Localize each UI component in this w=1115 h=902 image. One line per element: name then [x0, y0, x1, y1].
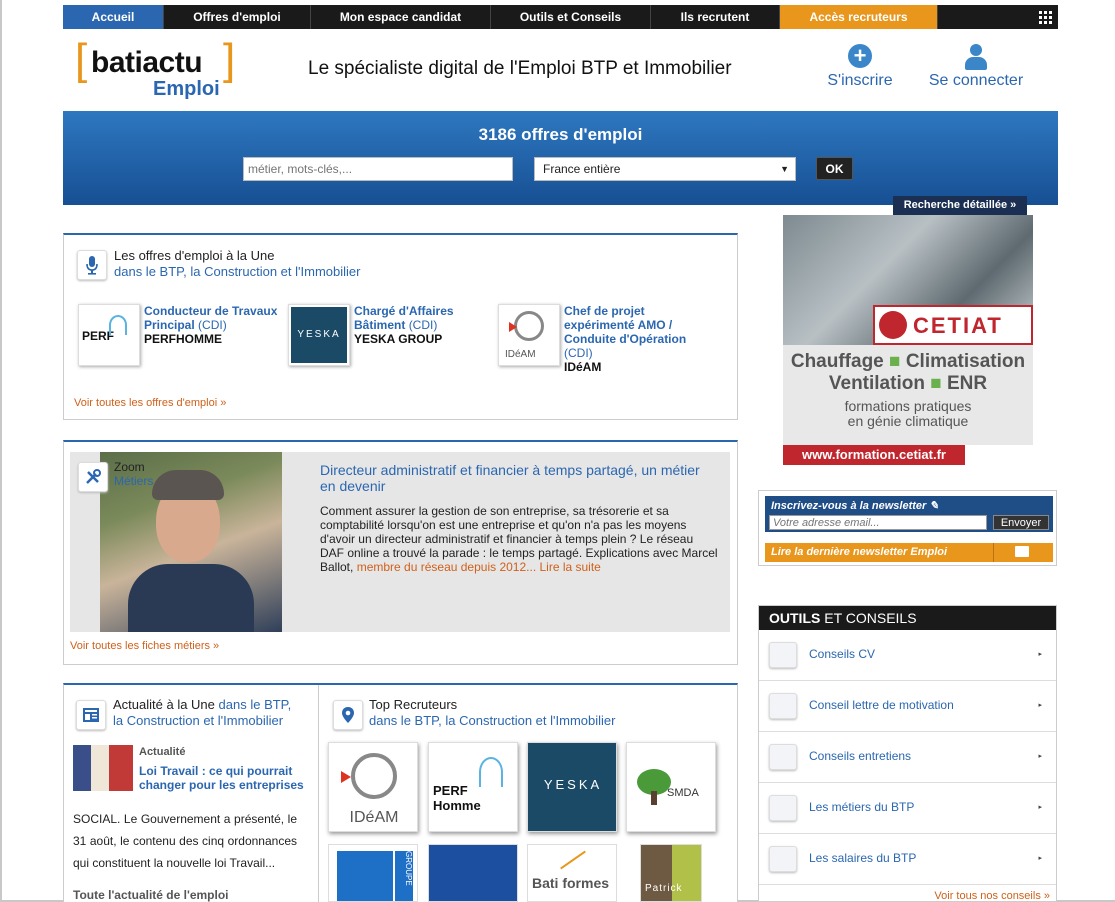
recruiter-tile[interactable]: SMDA: [626, 742, 716, 832]
keyword-input[interactable]: [243, 157, 513, 181]
money-icon: [769, 846, 797, 872]
nav-accueil[interactable]: Accueil: [63, 5, 164, 29]
all-news-link[interactable]: Toute l'actualité de l'emploi: [73, 888, 229, 902]
tools-item-entretiens[interactable]: Conseils entretiens ▸: [759, 732, 1056, 783]
newspaper-icon: [76, 700, 106, 730]
recruiter-tile[interactable]: PERF Homme: [428, 742, 518, 832]
top-nav: Accueil Offres d'emploi Mon espace candi…: [63, 5, 1058, 29]
featured-title: Les offres d'emploi à la Une dans le BTP…: [114, 248, 361, 279]
cv-search-icon: [769, 642, 797, 668]
apps-grid-button[interactable]: [938, 5, 1058, 29]
tools-box: OUTILS ET CONSEILS Conseils CV ▸ Conseil…: [758, 605, 1057, 902]
newsletter-email-input[interactable]: [769, 515, 987, 530]
all-fiches-link[interactable]: Voir toutes les fiches métiers »: [70, 640, 219, 652]
letter-search-icon: [769, 693, 797, 719]
newsletter-box: Inscrivez-vous à la newsletter ✎ Envoyer…: [758, 490, 1057, 566]
signup-label: S'inscrire: [827, 72, 893, 89]
dropdown-arrow-icon: ▼: [780, 164, 789, 174]
chevron-right-icon: ▸: [1038, 651, 1042, 658]
chevron-right-icon: ▸: [1038, 804, 1042, 811]
pencil-icon: ✎: [929, 500, 939, 512]
location-select[interactable]: France entière ▼: [534, 157, 796, 181]
job-title: Chargé d'Affaires Bâtiment (CDI) YESKA GR…: [354, 304, 454, 346]
ad-line1: Chauffage ■ Climatisation: [790, 351, 1026, 372]
login-label: Se connecter: [928, 72, 1024, 89]
job-title: Conducteur de Travaux Principal (CDI) PER…: [144, 304, 278, 346]
cetiat-ad[interactable]: CETIAT Chauffage ■ Climatisation Ventila…: [783, 215, 1033, 465]
tagline: Le spécialiste digital de l'Emploi BTP e…: [308, 58, 732, 79]
login-button[interactable]: Se connecter: [926, 44, 1026, 90]
chevron-right-icon: ▸: [1038, 702, 1042, 709]
all-jobs-link[interactable]: Voir toutes les offres d'emploi »: [74, 397, 226, 409]
company-logo: YESKA: [288, 304, 350, 366]
tools-item-salaires[interactable]: Les salaires du BTP ▸: [759, 834, 1056, 885]
featured-jobs-box: Les offres d'emploi à la Une dans le BTP…: [63, 233, 738, 420]
nav-acces-recruteurs[interactable]: Accès recruteurs: [780, 5, 938, 29]
recruiter-tile[interactable]: IDéAM: [328, 742, 418, 832]
recruiter-tile[interactable]: [428, 844, 518, 902]
all-advice-link[interactable]: Voir tous nos conseils »: [934, 890, 1050, 902]
logo-sub: Emploi: [153, 78, 220, 100]
grid-icon: [1039, 10, 1052, 24]
mail-icon: [1015, 546, 1029, 557]
ad-line2: Ventilation ■ ENR: [828, 373, 988, 394]
search-band: 3186 offres d'emploi France entière ▼ OK…: [63, 111, 1058, 215]
company-logo: PERF: [78, 304, 140, 366]
location-pin-icon: [333, 700, 363, 730]
news-body: SOCIAL. Le Gouvernement a présenté, le 3…: [73, 812, 297, 870]
tools-item-lettre-motivation[interactable]: Conseil lettre de motivation ▸: [759, 681, 1056, 732]
location-value: France entière: [543, 162, 621, 176]
signup-button[interactable]: + S'inscrire: [826, 44, 894, 90]
recruiter-tile[interactable]: Patrick: [640, 844, 702, 902]
recruiter-tile[interactable]: Bati formes: [527, 844, 617, 902]
microphone-icon: [77, 250, 107, 280]
chevron-right-icon: ▸: [1038, 753, 1042, 760]
tools-item-metiers[interactable]: Les métiers du BTP ▸: [759, 783, 1056, 834]
user-icon: [964, 44, 988, 70]
ad-line3: formations pratiques en génie climatique: [844, 398, 972, 429]
batiactu-logo[interactable]: [ batiactu ] Emploi: [75, 38, 235, 101]
news-headline[interactable]: Loi Travail : ce qui pourrait changer po…: [139, 764, 314, 792]
chat-icon: [769, 744, 797, 770]
zoom-label: Zoom Métiers: [114, 460, 154, 488]
tools-icon: [78, 462, 108, 492]
recruiter-tile[interactable]: GROUPE: [328, 844, 418, 902]
nav-espace-candidat[interactable]: Mon espace candidat: [311, 5, 491, 29]
zoom-article-title[interactable]: Directeur administratif et financier à t…: [320, 462, 715, 494]
nav-outils-conseils[interactable]: Outils et Conseils: [491, 5, 651, 29]
newsletter-title: Inscrivez-vous à la newsletter ✎: [771, 500, 939, 512]
search-ok-button[interactable]: OK: [816, 157, 853, 180]
chevron-right-icon: ▸: [1038, 855, 1042, 862]
nav-offres-emploi[interactable]: Offres d'emploi: [164, 5, 311, 29]
news-tag: Actualité: [139, 746, 186, 758]
recruiters-title: Top Recruteurs dans le BTP, la Constructi…: [369, 697, 616, 728]
plus-circle-icon: +: [848, 44, 872, 68]
ad-url: www.formation.cetiat.fr: [783, 445, 965, 465]
recruiter-tile[interactable]: YESKA: [527, 742, 617, 832]
zoom-article-text: Comment assurer la gestion de son entrep…: [320, 504, 718, 574]
cetiat-logo: CETIAT: [873, 305, 1033, 345]
last-newsletter-link[interactable]: Lire la dernière newsletter Emploi: [765, 543, 1053, 562]
news-title: Actualité à la Une dans le BTP, la Constr…: [113, 697, 292, 728]
tools-item-conseils-cv[interactable]: Conseils CV ▸: [759, 630, 1056, 681]
company-logo: IDéAM: [498, 304, 560, 366]
nav-ils-recrutent[interactable]: Ils recrutent: [651, 5, 780, 29]
logo-word: batiactu: [91, 46, 203, 79]
read-more-link[interactable]: membre du réseau depuis 2012... Lire la …: [357, 560, 601, 574]
news-thumbnail[interactable]: [73, 745, 133, 791]
tools-header: OUTILS ET CONSEILS: [759, 606, 1056, 630]
people-icon: [769, 795, 797, 821]
advanced-search-link[interactable]: Recherche détaillée »: [893, 196, 1027, 215]
newsletter-send-button[interactable]: Envoyer: [993, 515, 1049, 530]
job-title: Chef de projet expérimenté AMO / Conduit…: [564, 304, 687, 374]
jobs-count: 3186 offres d'emploi: [478, 125, 643, 144]
